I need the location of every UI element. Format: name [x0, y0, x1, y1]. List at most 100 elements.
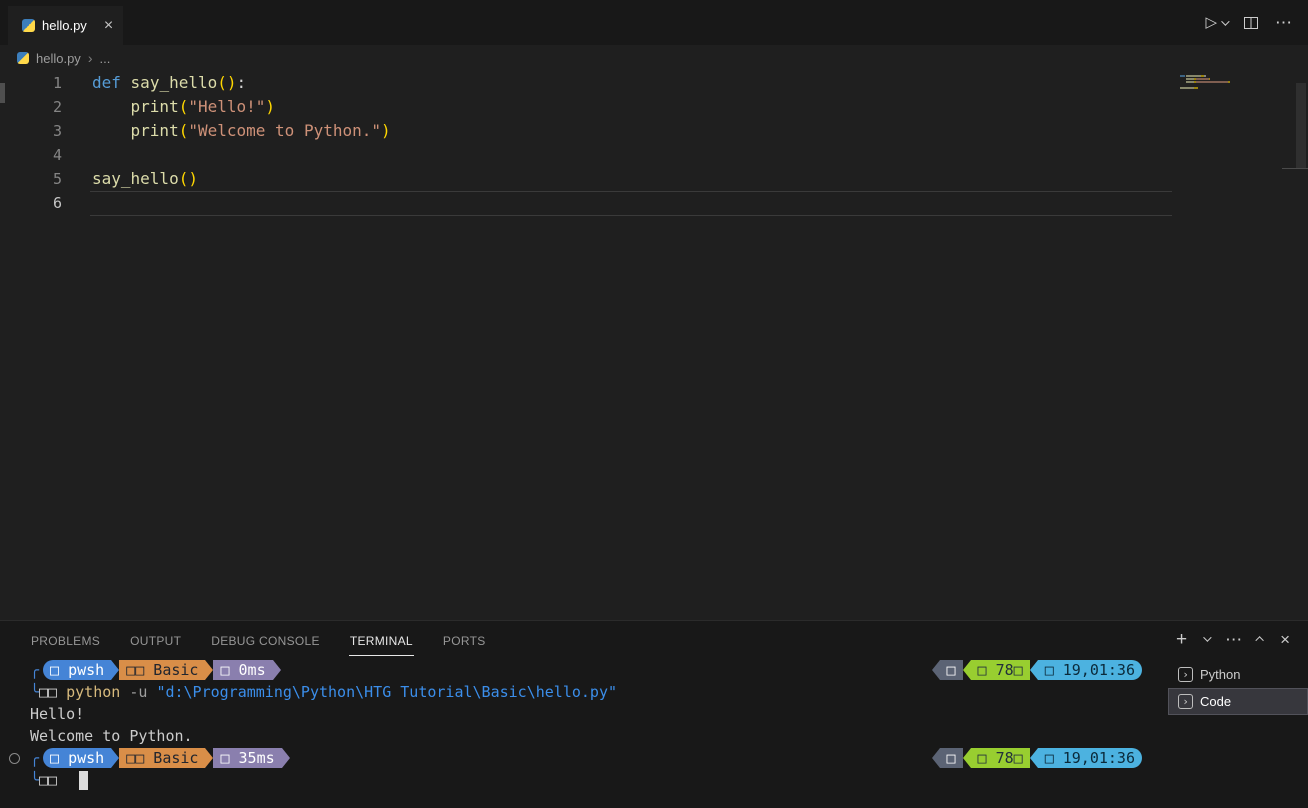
code-token: "Hello!"	[188, 97, 265, 116]
prompt-segment: □ 0ms	[213, 660, 272, 680]
minimap-line	[1180, 75, 1294, 77]
split-editor-icon[interactable]	[1243, 15, 1259, 31]
editor-line[interactable]: 1 def say_hello():	[0, 71, 1308, 95]
tab-close-icon[interactable]: ×	[104, 18, 113, 34]
prompt-connector: ╰	[30, 683, 39, 701]
prompt-segment: □ 19,01:36	[1038, 660, 1142, 680]
activity-bar-edge	[0, 83, 5, 103]
bottom-panel: PROBLEMS OUTPUT DEBUG CONSOLE TERMINAL PORTS…	[0, 620, 1308, 808]
powerline-arrow-icon	[963, 660, 971, 680]
code-token: print	[131, 121, 179, 140]
command-token: "d:\Programming\Python\HTG Tutorial\Basi…	[156, 683, 617, 701]
code-token: )	[265, 97, 275, 116]
editor[interactable]: 1def say_hello():2 print("Hello!")3 prin…	[0, 71, 1308, 620]
panel-tab-debug-console[interactable]: DEBUG CONSOLE	[210, 623, 321, 655]
powerline-arrow-icon	[111, 660, 119, 680]
minimap-line	[1180, 78, 1294, 80]
line-number: 1	[0, 71, 62, 95]
editor-line[interactable]: 2 print("Hello!")	[0, 95, 1308, 119]
terminal-icon: ›	[1178, 694, 1193, 709]
code-token: say_hello	[92, 169, 179, 188]
minimap-line	[1180, 84, 1294, 86]
powerline-arrow-icon	[932, 748, 940, 768]
scrollbar-slider[interactable]	[1296, 83, 1306, 169]
panel-actions: + ⋯ ×	[1176, 630, 1290, 649]
prompt-segment: □ 19,01:36	[1038, 748, 1142, 768]
line-code: print("Hello!")	[92, 95, 275, 119]
command-token: python	[66, 683, 120, 701]
prompt-segment: □ pwsh	[43, 660, 111, 680]
terminal-tab-python[interactable]: ›Python	[1168, 661, 1308, 688]
panel-more-actions-icon[interactable]: ⋯	[1225, 631, 1242, 648]
python-file-icon	[22, 19, 35, 32]
editor-actions: ▷ ⋯	[1205, 14, 1308, 31]
powerline-arrow-icon	[282, 748, 290, 768]
terminal[interactable]: ╭□ pwsh□□ Basic□ 0ms□□ 78□□ 19,01:36╰□□ …	[0, 657, 1168, 808]
code-token: )	[227, 73, 237, 92]
line-number: 2	[0, 95, 62, 119]
code-token	[121, 73, 131, 92]
terminal-line: Hello!	[30, 703, 1168, 725]
chevron-down-icon[interactable]	[1221, 17, 1229, 25]
line-number: 5	[0, 167, 62, 191]
powerline-arrow-icon	[932, 660, 940, 680]
editor-line[interactable]: 3 print("Welcome to Python.")	[0, 119, 1308, 143]
code-token: def	[92, 73, 121, 92]
panel-header: PROBLEMS OUTPUT DEBUG CONSOLE TERMINAL PORTS…	[0, 621, 1308, 657]
powerline-arrow-icon	[205, 748, 213, 768]
close-panel-icon[interactable]: ×	[1280, 631, 1290, 648]
terminal-line: Welcome to Python.	[30, 725, 1168, 747]
prompt-segment: □ pwsh	[43, 748, 111, 768]
editor-line[interactable]: 4	[0, 143, 1308, 167]
minimap[interactable]	[1176, 71, 1294, 620]
minimap-line	[1180, 90, 1294, 92]
terminal-dropdown-icon[interactable]	[1203, 633, 1211, 641]
python-file-icon	[17, 52, 29, 64]
tab-hello-py[interactable]: hello.py ×	[8, 6, 123, 45]
line-code: def say_hello():	[92, 71, 246, 95]
terminal-line: ╭□ pwsh□□ Basic□ 35ms□□ 78□□ 19,01:36	[30, 747, 1168, 769]
panel-tab-ports[interactable]: PORTS	[442, 623, 487, 655]
tab-title: hello.py	[42, 18, 87, 33]
editor-line[interactable]: 5 say_hello()	[0, 167, 1308, 191]
terminal-icon: ›	[1178, 667, 1193, 682]
powerline-arrow-icon	[111, 748, 119, 768]
breadcrumb-file[interactable]: hello.py	[36, 51, 81, 66]
maximize-panel-icon[interactable]	[1255, 636, 1263, 644]
vscode-window: hello.py × ▷ ⋯ hello.py › ... 1 def say_h…	[0, 0, 1308, 808]
code-token: )	[188, 169, 198, 188]
prompt-segment: □□ Basic	[119, 748, 205, 768]
command-token	[120, 683, 129, 701]
breadcrumb: hello.py › ...	[0, 45, 1308, 71]
terminal-lines: ╭□ pwsh□□ Basic□ 0ms□□ 78□□ 19,01:36╰□□ …	[30, 659, 1168, 791]
command-decoration-icon[interactable]	[9, 753, 20, 764]
breadcrumb-symbol[interactable]: ...	[99, 51, 110, 66]
new-terminal-icon[interactable]: +	[1176, 630, 1187, 649]
prompt-segment: □□ Basic	[119, 660, 205, 680]
minimap-marks	[1180, 75, 1294, 92]
panel-tab-terminal[interactable]: TERMINAL	[349, 623, 414, 656]
panel-tab-problems[interactable]: PROBLEMS	[30, 623, 101, 655]
editor-scrollbar[interactable]	[1294, 71, 1308, 620]
minimap-line	[1180, 81, 1294, 83]
powerline-arrow-icon	[273, 660, 281, 680]
prompt-segment: □ 35ms	[213, 748, 281, 768]
terminal-tab-code[interactable]: ›Code	[1168, 688, 1308, 715]
prompt-segment: □	[940, 660, 963, 680]
powerline-arrow-icon	[205, 660, 213, 680]
prompt-connector: ╭	[30, 749, 39, 767]
more-actions-icon[interactable]: ⋯	[1275, 14, 1292, 31]
command-token: -u	[129, 683, 147, 701]
code-token: (	[217, 73, 227, 92]
code-token	[92, 97, 131, 116]
panel-body: ╭□ pwsh□□ Basic□ 0ms□□ 78□□ 19,01:36╰□□ …	[0, 657, 1308, 808]
run-button[interactable]: ▷	[1205, 15, 1227, 30]
code-token: (	[179, 97, 189, 116]
panel-tabs: PROBLEMS OUTPUT DEBUG CONSOLE TERMINAL PORTS	[30, 621, 487, 657]
terminal-line: ╰□□ python -u "d:\Programming\Python\HTG…	[30, 681, 1168, 703]
panel-tab-output[interactable]: OUTPUT	[129, 623, 182, 655]
play-icon: ▷	[1205, 15, 1217, 30]
code-token: (	[179, 169, 189, 188]
prompt-segment: □ 78□	[971, 748, 1030, 768]
editor-tab-bar: hello.py × ▷ ⋯	[0, 0, 1308, 45]
